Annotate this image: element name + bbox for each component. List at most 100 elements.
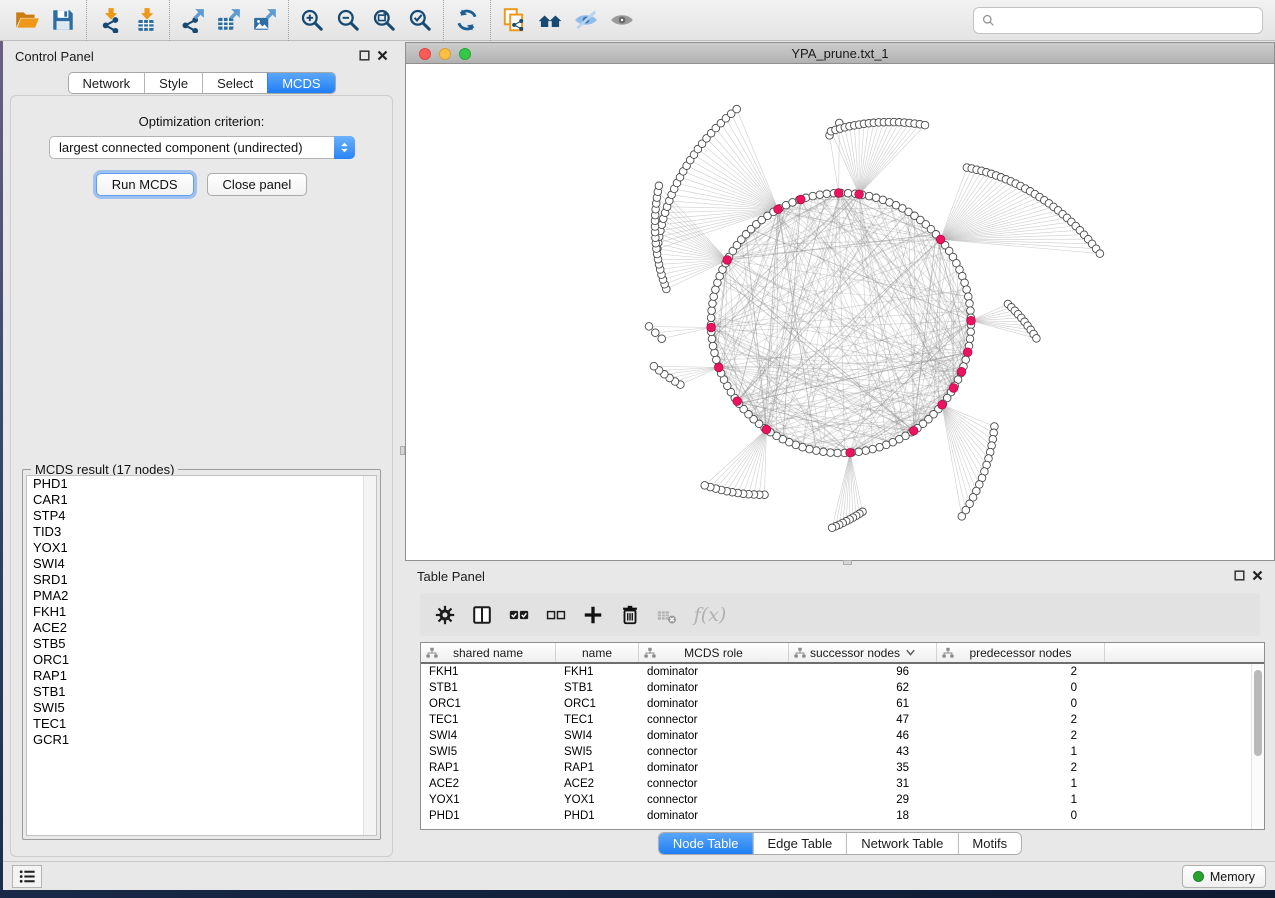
table-row[interactable]: TEC1TEC1connector472 [421,712,1251,728]
network-node[interactable] [1033,335,1041,343]
column-header-predecessor-nodes[interactable]: predecessor nodes [937,643,1105,662]
network-node[interactable] [869,445,877,453]
mcds-result-item[interactable]: STB5 [27,636,376,652]
tab-node-table[interactable]: Node Table [659,833,753,854]
mcds-dominator-node[interactable] [797,195,806,204]
network-node[interactable] [876,443,884,451]
memory-button[interactable]: Memory [1182,865,1266,888]
column-header-name[interactable]: name [556,643,639,662]
import-table-button[interactable] [128,3,164,37]
network-node[interactable] [708,307,716,315]
tab-network[interactable]: Network [68,73,144,93]
network-node[interactable] [709,300,717,308]
settings-button[interactable] [430,600,460,630]
tab-edge-table[interactable]: Edge Table [752,833,846,854]
mcds-dominator-node[interactable] [936,235,945,244]
mcds-dominator-node[interactable] [938,401,947,410]
network-node[interactable] [828,524,836,532]
mcds-result-item[interactable]: TEC1 [27,716,376,732]
mcds-result-item[interactable]: PHD1 [27,476,376,492]
network-node[interactable] [1096,250,1104,258]
mcds-dominator-node[interactable] [909,427,918,436]
deselect-all-button[interactable] [541,600,571,630]
mcds-result-item[interactable]: ORC1 [27,652,376,668]
mcds-dominator-node[interactable] [715,363,724,372]
network-node[interactable] [711,349,719,357]
mcds-result-item[interactable]: PMA2 [27,588,376,604]
mcds-result-item[interactable]: STB1 [27,684,376,700]
network-node[interactable] [966,335,974,343]
network-node[interactable] [701,482,709,490]
mcds-dominator-node[interactable] [774,205,783,214]
network-node[interactable] [834,449,842,457]
table-close-panel-icon[interactable] [1252,570,1263,581]
export-network-button[interactable] [175,3,211,37]
delete-entry-button[interactable] [615,600,645,630]
table-row[interactable]: PHD1PHD1dominator180 [421,808,1251,824]
mcds-dominator-node[interactable] [846,448,855,457]
mcds-result-list[interactable]: PHD1CAR1STP4TID3YOX1SWI4SRD1PMA2FKH1ACE2… [26,475,377,836]
horizontal-splitter-grip[interactable] [843,560,852,565]
mcds-dominator-node[interactable] [707,323,716,332]
network-node[interactable] [713,356,721,364]
network-node[interactable] [844,189,852,197]
tab-select[interactable]: Select [202,73,267,93]
table-row[interactable]: STB1STB1dominator620 [421,680,1251,696]
save-session-button[interactable] [45,3,81,37]
network-node[interactable] [966,300,974,308]
network-node[interactable] [865,192,873,200]
mcds-result-item[interactable]: SWI4 [27,556,376,572]
mcds-dominator-node[interactable] [762,425,771,434]
table-row[interactable]: ORC1ORC1dominator610 [421,696,1251,712]
network-node[interactable] [813,447,821,455]
refresh-view-button[interactable] [449,3,485,37]
column-layout-button[interactable] [467,600,497,630]
mcds-dominator-node[interactable] [733,397,742,406]
network-node[interactable] [652,329,660,337]
first-neighbors-button[interactable] [532,3,568,37]
add-entry-button[interactable] [578,600,608,630]
tab-network-table[interactable]: Network Table [846,833,957,854]
mcds-dominator-node[interactable] [949,384,958,393]
table-row[interactable]: FKH1FKH1dominator962 [421,664,1251,680]
table-scrollbar[interactable] [1251,664,1264,829]
network-node[interactable] [967,307,975,315]
mcds-result-item[interactable]: YOX1 [27,540,376,556]
mcds-dominator-node[interactable] [834,189,843,198]
mcds-dominator-node[interactable] [963,348,972,357]
column-header-shared-name[interactable]: shared name [421,643,556,662]
mcds-dominator-node[interactable] [855,190,864,199]
table-row[interactable]: ACE2ACE2connector311 [421,776,1251,792]
clone-network-button[interactable] [496,3,532,37]
zoom-out-button[interactable] [330,3,366,37]
tab-style[interactable]: Style [144,73,202,93]
network-node[interactable] [658,335,666,343]
open-file-button[interactable] [9,3,45,37]
network-node[interactable] [958,513,966,521]
mcds-result-item[interactable]: SRD1 [27,572,376,588]
mcds-result-item[interactable]: SWI5 [27,700,376,716]
import-network-button[interactable] [92,3,128,37]
mcds-result-item[interactable]: ACE2 [27,620,376,636]
network-node[interactable] [862,447,870,455]
mcds-result-item[interactable]: STP4 [27,508,376,524]
float-panel-icon[interactable] [359,50,370,61]
tab-mcds[interactable]: MCDS [267,73,334,93]
table-row[interactable]: RAP1RAP1dominator352 [421,760,1251,776]
mcds-dominator-node[interactable] [967,316,976,325]
network-canvas[interactable] [406,64,1274,560]
table-row[interactable]: SWI4SWI4dominator462 [421,728,1251,744]
network-node[interactable] [710,293,718,301]
mcds-dominator-node[interactable] [957,367,966,376]
mcds-result-item[interactable]: GCR1 [27,732,376,748]
zoom-selected-button[interactable] [402,3,438,37]
network-node[interactable] [921,121,929,129]
select-all-button[interactable] [504,600,534,630]
table-float-panel-icon[interactable] [1234,570,1245,581]
table-scrollbar-thumb[interactable] [1254,670,1262,756]
tab-motifs[interactable]: Motifs [957,833,1021,854]
task-history-button[interactable] [12,865,42,888]
network-node[interactable] [733,105,741,113]
mcds-result-item[interactable]: CAR1 [27,492,376,508]
zoom-in-button[interactable] [294,3,330,37]
